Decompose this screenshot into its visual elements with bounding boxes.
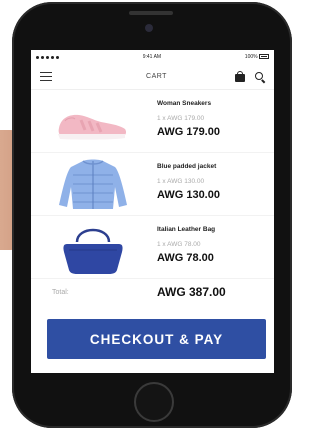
menu-icon[interactable]	[40, 72, 52, 81]
jacket-image	[59, 159, 127, 209]
cart-item[interactable]: Italian Leather Bag 1 x AWG 78.00 AWG 78…	[31, 216, 274, 279]
item-quantity: 1 x AWG 179.00	[157, 115, 205, 122]
signal-indicator	[36, 55, 59, 59]
item-name: Italian Leather Bag	[157, 226, 216, 233]
item-name: Blue padded jacket	[157, 163, 217, 170]
speaker-grille	[129, 11, 173, 15]
sneaker-image	[58, 114, 127, 140]
bag-icon[interactable]	[235, 71, 245, 82]
front-camera	[145, 24, 153, 32]
item-name: Woman Sneakers	[157, 100, 212, 107]
item-price: AWG 179.00	[157, 126, 220, 138]
battery-indicator: 100%	[245, 54, 269, 60]
battery-icon	[258, 54, 269, 60]
page-title: CART	[146, 73, 167, 80]
item-quantity: 1 x AWG 78.00	[157, 241, 201, 248]
cart-item[interactable]: Woman Sneakers 1 x AWG 179.00 AWG 179.00	[31, 90, 274, 153]
checkout-button[interactable]: CHECKOUT & PAY	[47, 319, 266, 359]
cart-list: Woman Sneakers 1 x AWG 179.00 AWG 179.00…	[31, 90, 274, 279]
item-quantity: 1 x AWG 130.00	[157, 178, 205, 185]
bag-image	[63, 228, 123, 274]
cart-item[interactable]: Blue padded jacket 1 x AWG 130.00 AWG 13…	[31, 153, 274, 216]
total-label: Total:	[52, 289, 69, 296]
search-icon[interactable]	[255, 71, 265, 82]
item-price: AWG 78.00	[157, 252, 214, 264]
battery-percent: 100%	[244, 54, 258, 60]
cart-total: Total: AWG 387.00	[31, 279, 274, 303]
status-bar: 9:41 AM 100%	[31, 50, 274, 64]
top-nav-bar: CART	[31, 64, 274, 90]
app-screen: 9:41 AM 100% CART Woman Sneakers 1 x AWG…	[31, 50, 274, 373]
total-value: AWG 387.00	[157, 285, 226, 299]
home-button[interactable]	[134, 382, 174, 422]
status-time: 9:41 AM	[142, 54, 162, 60]
item-price: AWG 130.00	[157, 189, 220, 201]
